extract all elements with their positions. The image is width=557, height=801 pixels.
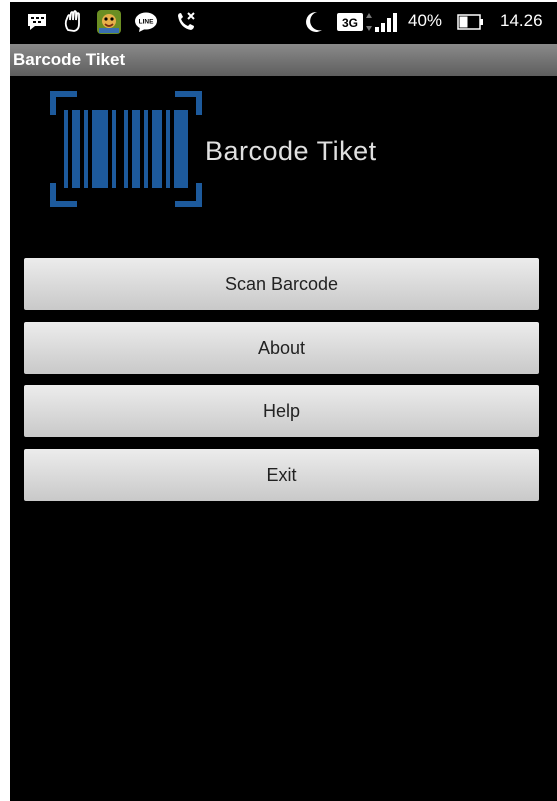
data-arrows-icon <box>365 10 373 34</box>
missed-call-icon <box>174 10 198 34</box>
action-bar-title: Barcode Tiket <box>13 50 126 69</box>
hand-wave-icon <box>62 10 84 34</box>
help-button[interactable]: Help <box>24 385 539 437</box>
app-name-label: Barcode Tiket <box>205 136 377 166</box>
bbm-icon <box>26 10 48 34</box>
network-3g-icon: 3G <box>337 10 363 34</box>
exit-button-label: Exit <box>266 464 297 485</box>
app-screen: LINE 3G 40% 14.26 Barcode Tiket Barcode … <box>10 2 557 801</box>
status-bar: LINE 3G 40% 14.26 <box>10 2 557 42</box>
battery-percent: 40% <box>408 11 443 30</box>
moon-icon <box>302 10 324 34</box>
battery-icon <box>457 10 485 34</box>
about-button[interactable]: About <box>24 322 539 374</box>
action-bar: Barcode Tiket <box>10 44 557 76</box>
game-app-icon <box>96 10 122 34</box>
clock: 14.26 <box>500 11 543 30</box>
svg-text:LINE: LINE <box>139 19 154 26</box>
line-icon: LINE <box>134 10 158 34</box>
help-button-label: Help <box>262 400 301 421</box>
scan-barcode-button-label: Scan Barcode <box>224 273 339 294</box>
scan-barcode-button[interactable]: Scan Barcode <box>24 258 539 310</box>
signal-icon <box>374 10 398 34</box>
svg-text:3G: 3G <box>342 16 358 30</box>
about-button-label: About <box>257 337 306 358</box>
exit-button[interactable]: Exit <box>24 449 539 501</box>
barcode-scan-icon <box>50 90 202 213</box>
